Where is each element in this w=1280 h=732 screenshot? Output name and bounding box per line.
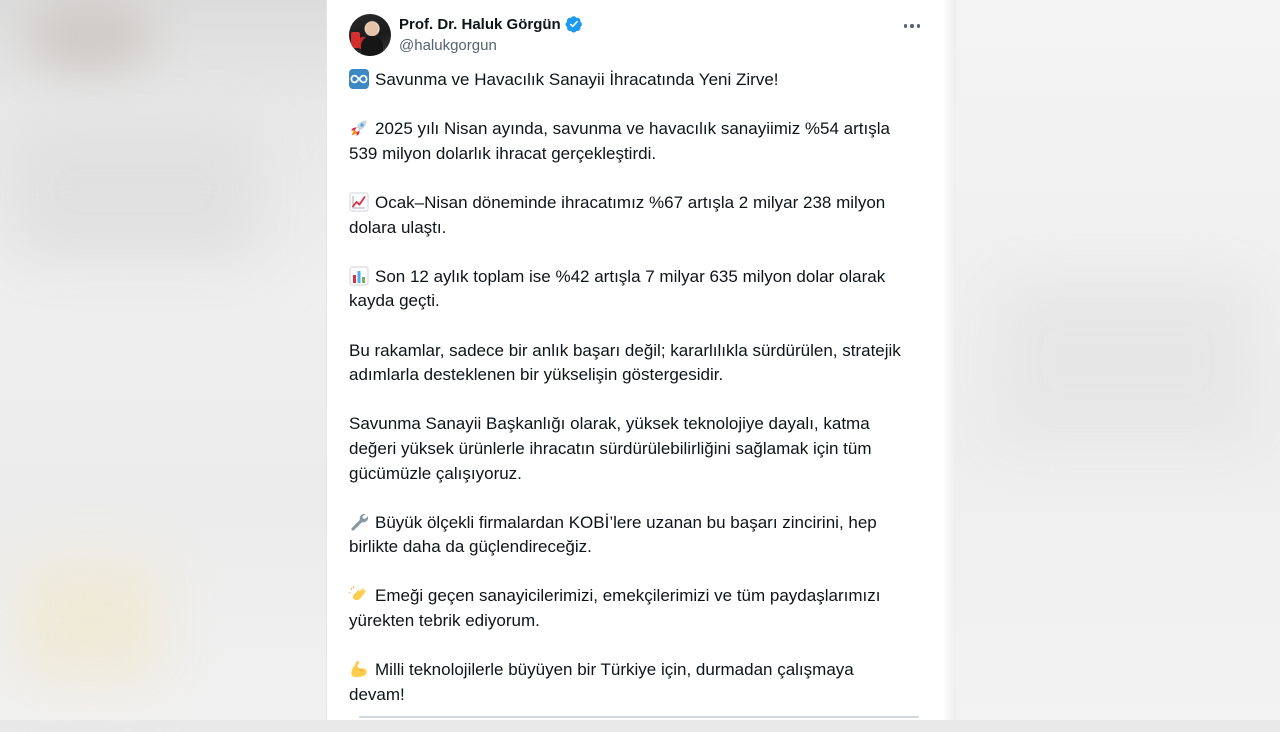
- post-paragraph: Emeği geçen sanayicilerimizi, emekçileri…: [349, 584, 931, 633]
- media-preview-edge: [359, 716, 919, 718]
- post-paragraph-text: 2025 yılı Nisan ayında, savunma ve havac…: [349, 119, 890, 163]
- author-handle[interactable]: @halukgorgun: [399, 37, 497, 54]
- rocket-icon: [349, 118, 369, 138]
- post-paragraph-text: Emeği geçen sanayicilerimizi, emekçileri…: [349, 586, 881, 631]
- post-paragraph-text: Ocak–Nisan döneminde ihracatımız %67 art…: [349, 192, 886, 237]
- post-paragraph-text: Son 12 aylık toplam ise %42 artışla 7 mi…: [349, 266, 886, 311]
- post-paragraph: Büyük ölçekli firmalardan KOBİ’lere uzan…: [349, 511, 931, 560]
- bar-chart-icon: [349, 266, 369, 286]
- post-paragraph-text: Bu rakamlar, sadece bir anlık başarı değ…: [349, 340, 901, 385]
- more-dot-icon: [916, 24, 921, 28]
- post-paragraph: Savunma ve Havacılık Sanayii İhracatında…: [349, 68, 931, 93]
- more-dot-icon: [903, 24, 908, 28]
- post-paragraph: 2025 yılı Nisan ayında, savunma ve havac…: [349, 117, 931, 166]
- author-display-name[interactable]: Prof. Dr. Haluk Görgün: [399, 16, 561, 33]
- post-paragraph-text: Savunma Sanayii Başkanlığı olarak, yükse…: [349, 414, 872, 483]
- blurred-background-right: [956, 0, 1280, 720]
- card-edge-shadow: [942, 0, 956, 720]
- post-paragraph: Bu rakamlar, sadece bir anlık başarı değ…: [349, 339, 931, 388]
- post-paragraph-text: Büyük ölçekli firmalardan KOBİ’lere uzan…: [349, 512, 877, 557]
- chart-increasing-icon: [349, 192, 369, 212]
- verified-badge-icon[interactable]: [565, 15, 583, 33]
- post-paragraph: Ocak–Nisan döneminde ihracatımız %67 art…: [349, 191, 931, 240]
- post-paragraph: Son 12 aylık toplam ise %42 artışla 7 mi…: [349, 265, 931, 314]
- wrench-icon: [349, 512, 369, 532]
- more-options-button[interactable]: [895, 16, 929, 36]
- post-header: Prof. Dr. Haluk Görgün @halukgorgun: [349, 14, 943, 58]
- post-paragraph: Milli teknolojilerle büyüyen bir Türkiye…: [349, 658, 931, 707]
- post-paragraph: Savunma Sanayii Başkanlığı olarak, yükse…: [349, 412, 931, 486]
- author-name-row: Prof. Dr. Haluk Görgün: [399, 15, 583, 33]
- clapping-hands-icon: [349, 585, 369, 605]
- avatar[interactable]: [349, 14, 391, 56]
- blurred-background-left: [0, 0, 326, 720]
- post-text: Savunma ve Havacılık Sanayii İhracatında…: [349, 68, 931, 732]
- infinity-icon: [349, 69, 369, 89]
- post-paragraph-text: Savunma ve Havacılık Sanayii İhracatında…: [375, 70, 779, 89]
- post-card: Prof. Dr. Haluk Görgün @halukgorgun Savu…: [326, 0, 944, 720]
- more-dot-icon: [910, 24, 914, 28]
- post-paragraph-text: Milli teknolojilerle büyüyen bir Türkiye…: [349, 660, 854, 704]
- flexed-biceps-icon: [349, 659, 369, 679]
